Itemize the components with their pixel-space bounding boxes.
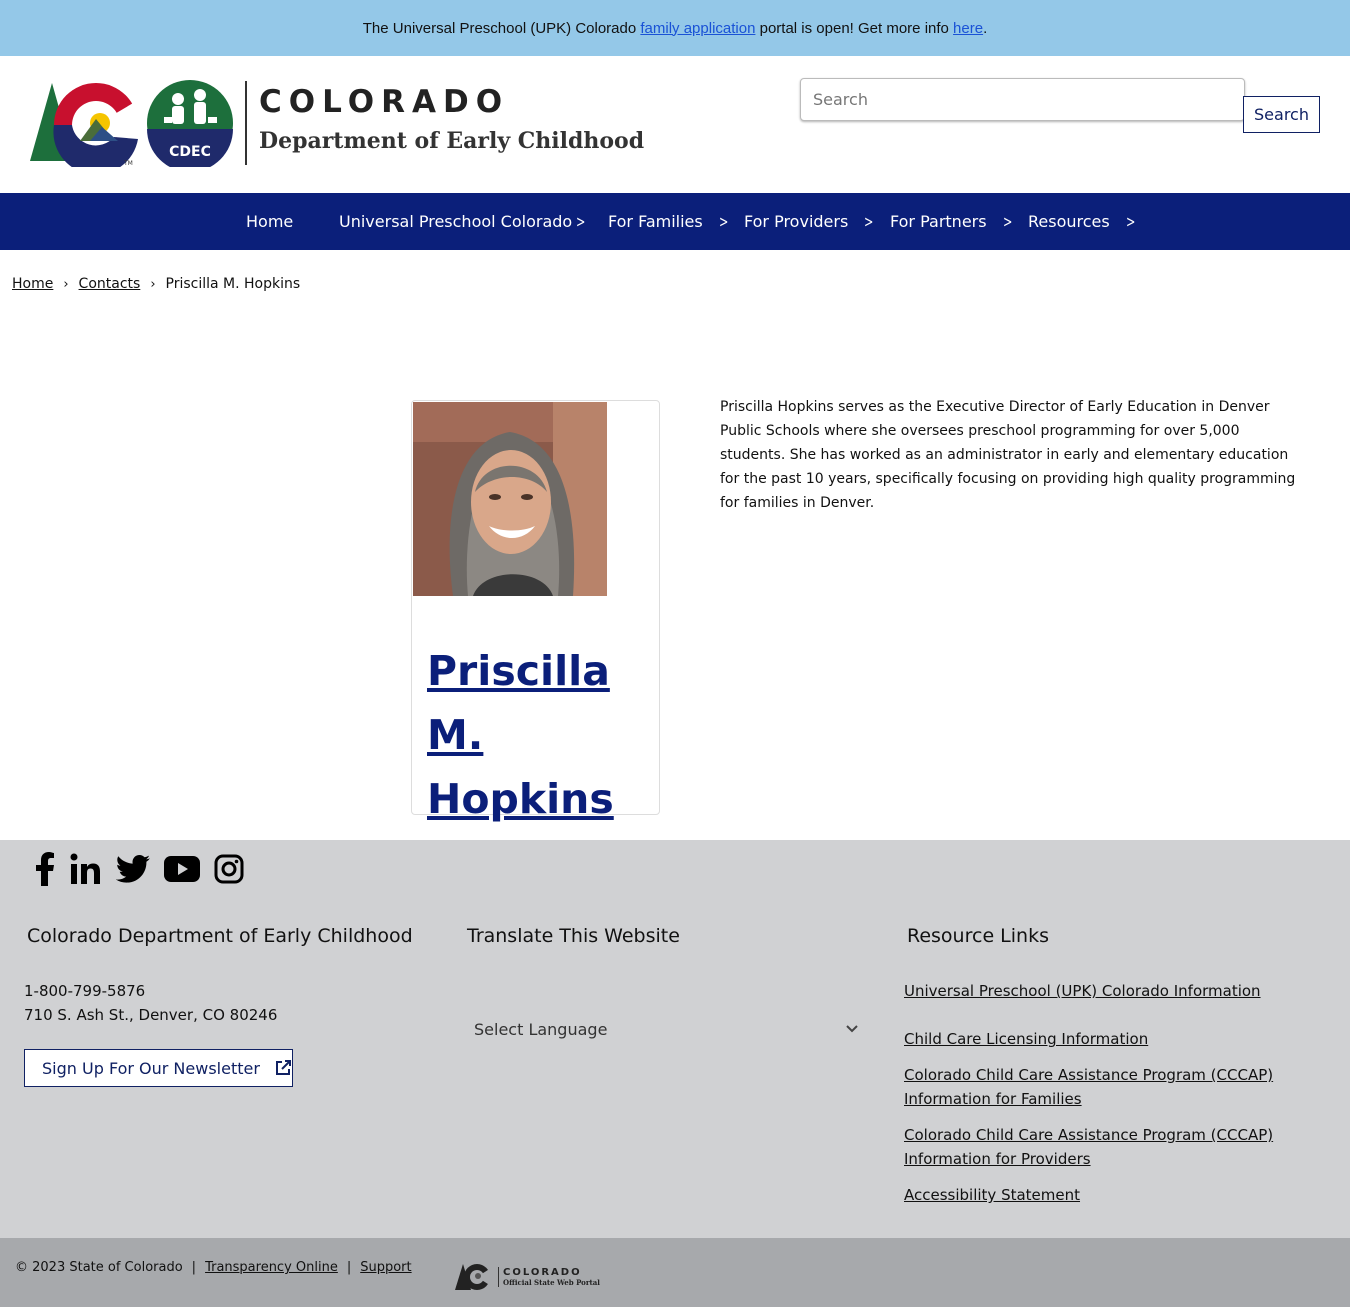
pipe-separator: | — [191, 1260, 197, 1275]
instagram-icon[interactable] — [214, 854, 244, 888]
resource-link-accessibility[interactable]: Accessibility Statement — [904, 1183, 1284, 1207]
support-link[interactable]: Support — [360, 1260, 411, 1275]
chevron-down-icon — [846, 1025, 858, 1033]
profile-name-link[interactable]: Priscilla M. Hopkins — [427, 639, 657, 831]
svg-text:TM: TM — [123, 160, 133, 167]
logo-divider — [245, 81, 247, 165]
external-link-icon — [275, 1060, 291, 1075]
search-button[interactable]: Search — [1243, 96, 1320, 133]
state-logo-subtitle: Official State Web Portal — [503, 1278, 600, 1287]
breadcrumb-separator-icon: › — [150, 276, 156, 292]
facebook-icon[interactable] — [34, 852, 56, 890]
nav-item-label: For Partners — [890, 212, 987, 231]
breadcrumb-contacts[interactable]: Contacts — [79, 276, 141, 292]
footer-translate-title: Translate This Website — [467, 925, 680, 947]
chevron-right-icon: > — [864, 212, 874, 231]
alert-text-middle: portal is open! Get more info — [759, 19, 949, 37]
alert-text-after: . — [983, 19, 988, 37]
family-application-link[interactable]: family application — [640, 20, 755, 37]
bottom-bar: © 2023 State of Colorado | Transparency … — [0, 1238, 1350, 1307]
site-header: TM CDEC COLORADO Department of Early Chi… — [0, 56, 1350, 193]
chevron-right-icon: > — [1125, 212, 1136, 231]
breadcrumb-current: Priscilla M. Hopkins — [165, 276, 301, 292]
footer-phone[interactable]: 1-800-799-5876 — [24, 982, 145, 1000]
nav-item-label: Resources — [1028, 212, 1110, 231]
brand-subtitle[interactable]: Department of Early Childhood — [259, 128, 644, 154]
footer-address: 710 S. Ash St., Denver, CO 80246 — [24, 1006, 278, 1024]
alert-text-before: The Universal Preschool (UPK) Colorado — [362, 19, 637, 37]
resource-link-upk[interactable]: Universal Preschool (UPK) Colorado Infor… — [904, 979, 1284, 1003]
state-portal-logo[interactable]: COLORADO Official State Web Portal — [455, 1262, 600, 1292]
more-info-link[interactable]: here — [953, 20, 983, 37]
main-nav: Home Universal Preschool Colorado > For F… — [0, 193, 1350, 250]
newsletter-button[interactable]: Sign Up For Our Newsletter — [24, 1049, 293, 1087]
nav-item-partners[interactable]: For Partners > — [890, 193, 1014, 250]
bottom-links: © 2023 State of Colorado | Transparency … — [15, 1260, 412, 1275]
language-select-value: Select Language — [474, 1019, 608, 1039]
linkedin-icon[interactable] — [70, 853, 102, 889]
twitter-icon[interactable] — [115, 855, 150, 887]
nav-item-resources[interactable]: Resources > — [1028, 193, 1137, 250]
newsletter-label: Sign Up For Our Newsletter — [42, 1058, 260, 1078]
breadcrumb: Home › Contacts › Priscilla M. Hopkins — [12, 276, 300, 292]
footer-org-title: Colorado Department of Early Childhood — [27, 925, 413, 947]
search-input[interactable] — [800, 78, 1245, 121]
resource-link-cccap-families[interactable]: Colorado Child Care Assistance Program (… — [904, 1063, 1284, 1111]
copyright-text: © 2023 State of Colorado — [15, 1260, 183, 1275]
chevron-right-icon: > — [576, 212, 586, 231]
breadcrumb-home[interactable]: Home — [12, 276, 53, 292]
state-logo-text: COLORADO Official State Web Portal — [498, 1267, 600, 1287]
cdec-logo-mark-icon: TM CDEC — [30, 80, 233, 167]
transparency-link[interactable]: Transparency Online — [205, 1260, 338, 1275]
cdec-logo[interactable]: TM CDEC — [28, 78, 240, 168]
youtube-icon[interactable] — [164, 856, 200, 886]
nav-item-providers[interactable]: For Providers > — [744, 193, 876, 250]
site-footer: Colorado Department of Early Childhood 1… — [0, 840, 1350, 1238]
nav-item-upk[interactable]: Universal Preschool Colorado > — [339, 193, 588, 250]
breadcrumb-separator-icon: › — [63, 276, 69, 292]
chevron-right-icon: > — [718, 212, 729, 231]
social-links — [34, 852, 258, 890]
profile-photo — [413, 402, 607, 596]
alert-banner: The Universal Preschool (UPK) Colorado f… — [0, 0, 1350, 56]
nav-item-label: For Families — [608, 212, 703, 231]
nav-item-home[interactable]: Home — [246, 193, 293, 250]
profile-bio: Priscilla Hopkins serves as the Executiv… — [720, 399, 1296, 511]
brand-title[interactable]: COLORADO — [259, 84, 509, 120]
language-select[interactable]: Select Language — [466, 1012, 866, 1046]
footer-resources-title: Resource Links — [907, 925, 1049, 947]
resource-link-licensing[interactable]: Child Care Licensing Information — [904, 1027, 1284, 1051]
state-logo-title: COLORADO — [503, 1267, 582, 1278]
pipe-separator: | — [346, 1260, 352, 1275]
nav-item-families[interactable]: For Families > — [608, 193, 730, 250]
profile-card: Priscilla M. Hopkins — [411, 400, 660, 823]
svg-text:CDEC: CDEC — [169, 144, 211, 160]
nav-item-label: Universal Preschool Colorado — [339, 212, 573, 231]
nav-item-label: For Providers — [744, 212, 849, 231]
colorado-logo-icon — [455, 1264, 491, 1290]
chevron-right-icon: > — [1002, 212, 1012, 231]
resource-link-cccap-providers[interactable]: Colorado Child Care Assistance Program (… — [904, 1123, 1284, 1171]
nav-item-label: Home — [246, 212, 294, 231]
